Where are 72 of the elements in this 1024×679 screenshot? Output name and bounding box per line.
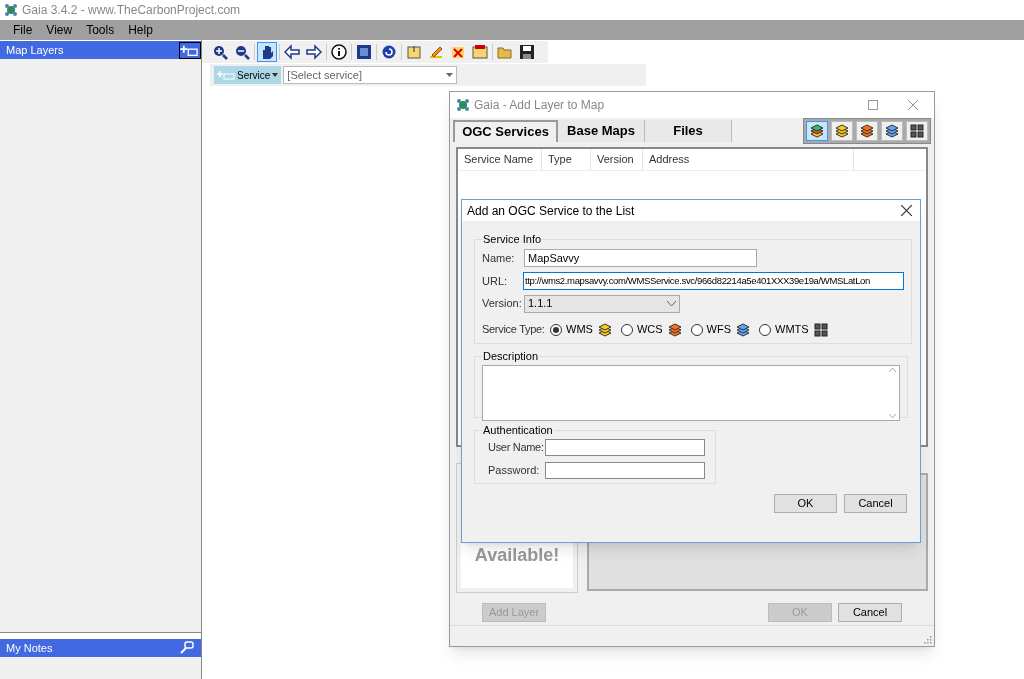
arrow-left-icon[interactable]: [282, 42, 302, 62]
menu-item[interactable]: Help: [121, 21, 160, 39]
radio-label[interactable]: WCS: [636, 321, 663, 338]
arrow-right-icon[interactable]: [304, 42, 324, 62]
resize-grip-icon[interactable]: [923, 635, 932, 644]
window-title: Gaia 3.4.2 - www.TheCarbonProject.com: [22, 2, 241, 19]
radio-label[interactable]: WMTS: [775, 321, 809, 338]
add-layer-icon[interactable]: [179, 41, 201, 59]
tab[interactable]: Files: [645, 120, 732, 142]
layers-icon[interactable]: [856, 121, 878, 141]
url-field[interactable]: ttp://wms2.mapsavvy.com/WMSService.svc/966d82214a5e401XXX39e19a/WMSLatLon: [523, 272, 904, 290]
panel-title: Map Layers: [6, 42, 64, 58]
full-extent-icon[interactable]: [354, 42, 374, 62]
caret-icon[interactable]: [272, 73, 279, 77]
service-button[interactable]: Service: [214, 66, 282, 84]
layers-icon: [666, 321, 683, 338]
column-header[interactable]: Address: [643, 149, 854, 170]
caret-icon[interactable]: [446, 73, 454, 77]
group-legend: Authentication: [482, 422, 554, 439]
version-select[interactable]: 1.1.1: [524, 294, 680, 313]
dialog-button[interactable]: Cancel: [838, 603, 902, 622]
hand-icon[interactable]: [257, 42, 277, 62]
radio-label[interactable]: WMS: [566, 321, 593, 338]
dialog-title: Add an OGC Service to the List: [467, 202, 635, 220]
layers-icon: [735, 321, 751, 338]
dialog-button[interactable]: OK: [774, 494, 837, 513]
layers-icon[interactable]: [806, 121, 828, 141]
close-icon[interactable]: [901, 205, 912, 216]
password-field[interactable]: [545, 462, 705, 479]
field-label: Version:: [482, 296, 523, 312]
layers-icon[interactable]: [881, 121, 903, 141]
column-header[interactable]: Service Name: [458, 149, 542, 170]
info-icon[interactable]: [329, 42, 349, 62]
save-icon[interactable]: [517, 42, 537, 62]
chevron-down-icon[interactable]: [667, 300, 676, 307]
field-label: Name:: [482, 250, 516, 266]
group-legend: Service Info: [482, 231, 543, 248]
tiles-icon: [812, 321, 829, 338]
menu-item[interactable]: Tools: [79, 21, 122, 39]
layers-icon: [596, 321, 613, 338]
column-header[interactable]: Type: [542, 149, 591, 170]
service-icon: [217, 70, 235, 80]
dialog-title: Gaia - Add Layer to Map: [474, 97, 606, 114]
radio-button[interactable]: [690, 323, 703, 336]
button-label: Service: [237, 68, 271, 83]
column-header[interactable]: Version: [591, 149, 643, 170]
radio-button[interactable]: [620, 323, 633, 336]
group-legend: Description: [482, 348, 540, 365]
menu-item[interactable]: File: [6, 21, 40, 39]
radio-button[interactable]: [550, 323, 562, 336]
description-field[interactable]: [482, 364, 900, 421]
field-label: Service Type:: [482, 322, 546, 338]
name-field[interactable]: MapSavvy: [524, 249, 757, 267]
field-label: Password:: [488, 463, 541, 479]
maximize-icon[interactable]: [868, 100, 878, 110]
app-logo-icon: [4, 3, 18, 17]
panel-title: My Notes: [6, 640, 53, 656]
tab[interactable]: Base Maps: [558, 120, 645, 142]
tab[interactable]: OGC Services: [453, 120, 558, 142]
radio-button[interactable]: [759, 323, 771, 336]
field-label: URL:: [482, 273, 509, 289]
edit-note-icon[interactable]: [470, 42, 490, 62]
dialog-button[interactable]: Cancel: [844, 494, 907, 513]
radio-label[interactable]: WFS: [706, 321, 731, 338]
app-logo-icon: [456, 98, 470, 112]
menu-item[interactable]: View: [39, 21, 80, 39]
preview-text: Available!: [474, 544, 560, 567]
layers-icon[interactable]: [831, 121, 853, 141]
user-name-field[interactable]: [545, 439, 705, 456]
tiles-icon[interactable]: [906, 121, 928, 141]
field-label: User Name:: [488, 440, 545, 456]
service-select[interactable]: [Select service]: [283, 66, 458, 84]
